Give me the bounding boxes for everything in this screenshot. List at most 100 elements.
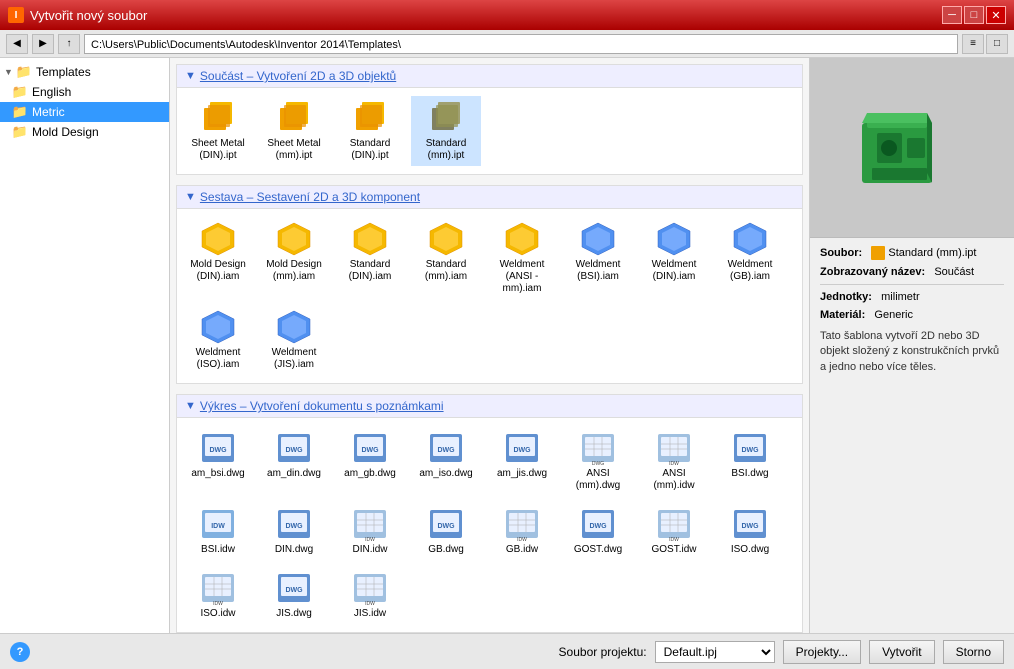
file-item[interactable]: Weldment (GB).iam bbox=[715, 217, 785, 299]
idw-grid-icon: IDW bbox=[504, 506, 540, 542]
file-item[interactable]: Mold Design (DIN).iam bbox=[183, 217, 253, 299]
section-vykres-title[interactable]: Výkres – Vytvoření dokumentu s poznámkam… bbox=[200, 399, 444, 413]
back-button[interactable]: ◀ bbox=[6, 34, 28, 54]
file-item[interactable]: DWG DIN.dwg bbox=[259, 502, 329, 560]
file-item-label: ISO.idw bbox=[200, 608, 235, 620]
dwg-icon: DWG bbox=[352, 430, 388, 466]
file-item-label: JIS.idw bbox=[354, 608, 386, 620]
iam-icon bbox=[200, 221, 236, 257]
info-file-value: Standard (mm).ipt bbox=[888, 247, 976, 259]
iam-icon bbox=[276, 221, 312, 257]
idw-grid-icon: IDW bbox=[200, 570, 236, 606]
file-item[interactable]: DWG GOST.dwg bbox=[563, 502, 633, 560]
iam-icon bbox=[504, 221, 540, 257]
projects-button[interactable]: Projekty... bbox=[783, 640, 861, 664]
file-item[interactable]: IDW GOST.idw bbox=[639, 502, 709, 560]
file-item[interactable]: DWG am_gb.dwg bbox=[335, 426, 405, 496]
create-button[interactable]: Vytvořit bbox=[869, 640, 935, 664]
file-item-label: GB.idw bbox=[506, 544, 538, 556]
dwg-icon: DWG bbox=[276, 506, 312, 542]
file-item[interactable]: IDW ANSI (mm).idw bbox=[639, 426, 709, 496]
idw-grid-icon: IDW bbox=[656, 506, 692, 542]
file-item[interactable]: DWG am_bsi.dwg bbox=[183, 426, 253, 496]
dwg-icon: DWG bbox=[200, 430, 236, 466]
file-item-label: Weldment (GB).iam bbox=[717, 259, 783, 283]
section-sestava-title[interactable]: Sestava – Sestavení 2D a 3D komponent bbox=[200, 190, 420, 204]
file-item-label: Sheet Metal (DIN).ipt bbox=[185, 138, 251, 162]
cancel-button[interactable]: Storno bbox=[943, 640, 1004, 664]
info-units-row: Jednotky: milimetr bbox=[820, 291, 1004, 303]
info-details: Soubor: Standard (mm).ipt Zobrazovaný ná… bbox=[810, 238, 1014, 633]
file-item[interactable]: Weldment (DIN).iam bbox=[639, 217, 709, 299]
project-select[interactable]: Default.ipj bbox=[655, 641, 775, 663]
file-item[interactable]: DWG am_jis.dwg bbox=[487, 426, 557, 496]
view-size-button[interactable]: □ bbox=[986, 34, 1008, 54]
file-item-label: ANSI (mm).idw bbox=[641, 468, 707, 492]
file-item-label: Weldment (ANSI - mm).iam bbox=[489, 259, 555, 295]
info-material-value: Generic bbox=[874, 309, 913, 321]
file-item[interactable]: DWG am_iso.dwg bbox=[411, 426, 481, 496]
file-item[interactable]: Weldment (ISO).iam bbox=[183, 305, 253, 375]
title-bar-text: Vytvořit nový soubor bbox=[30, 8, 147, 23]
svg-text:IDW: IDW bbox=[365, 537, 375, 542]
close-button[interactable]: ✕ bbox=[986, 6, 1006, 24]
forward-button[interactable]: ▶ bbox=[32, 34, 54, 54]
iam-icon bbox=[352, 221, 388, 257]
file-item-label: DIN.dwg bbox=[275, 544, 313, 556]
file-item[interactable]: Sheet Metal (DIN).ipt bbox=[183, 96, 253, 166]
info-displayname-row: Zobrazovaný název: Součást bbox=[820, 266, 1004, 278]
file-item[interactable]: IDW GB.idw bbox=[487, 502, 557, 560]
file-item[interactable]: Standard (DIN).ipt bbox=[335, 96, 405, 166]
file-item[interactable]: Mold Design (mm).iam bbox=[259, 217, 329, 299]
file-item[interactable]: Standard (mm).iam bbox=[411, 217, 481, 299]
help-button[interactable]: ? bbox=[10, 642, 30, 662]
file-item[interactable]: IDW DIN.idw bbox=[335, 502, 405, 560]
file-item[interactable]: IDW BSI.idw bbox=[183, 502, 253, 560]
sidebar-item-templates[interactable]: ▼ 📁 Templates bbox=[0, 62, 169, 82]
section-cast-title[interactable]: Součást – Vytvoření 2D a 3D objektů bbox=[200, 69, 396, 83]
view-options-button[interactable]: ≡ bbox=[962, 34, 984, 54]
svg-text:DWG: DWG bbox=[589, 523, 607, 530]
info-file-label: Soubor: bbox=[820, 247, 862, 259]
file-item[interactable]: DWG ISO.dwg bbox=[715, 502, 785, 560]
file-item[interactable]: IDW JIS.idw bbox=[335, 566, 405, 624]
file-item[interactable]: IDW ISO.idw bbox=[183, 566, 253, 624]
svg-text:DWG: DWG bbox=[741, 447, 759, 454]
file-item[interactable]: Weldment (JIS).iam bbox=[259, 305, 329, 375]
file-item-label: am_gb.dwg bbox=[344, 468, 396, 480]
file-item-label: Standard (mm).ipt bbox=[413, 138, 479, 162]
title-bar-controls: ─ □ ✕ bbox=[942, 6, 1006, 24]
info-material-row: Materiál: Generic bbox=[820, 309, 1004, 321]
sidebar-item-molddesign[interactable]: 📁 Mold Design bbox=[0, 122, 169, 142]
main-layout: ▼ 📁 Templates 📁 English 📁 Metric 📁 Mold … bbox=[0, 58, 1014, 633]
sidebar-item-english[interactable]: 📁 English bbox=[0, 82, 169, 102]
title-bar-left: I Vytvořit nový soubor bbox=[8, 7, 147, 23]
address-path[interactable]: C:\Users\Public\Documents\Autodesk\Inven… bbox=[84, 34, 958, 54]
dwg-icon: DWG bbox=[580, 506, 616, 542]
file-item[interactable]: Weldment (ANSI - mm).iam bbox=[487, 217, 557, 299]
file-item[interactable]: Standard (DIN).iam bbox=[335, 217, 405, 299]
idw-grid-icon: IDW bbox=[352, 570, 388, 606]
section-sestava-content: Mold Design (DIN).iam Mold Design (mm).i… bbox=[177, 209, 802, 383]
file-item[interactable]: DWG GB.dwg bbox=[411, 502, 481, 560]
minimize-button[interactable]: ─ bbox=[942, 6, 962, 24]
up-button[interactable]: ↑ bbox=[58, 34, 80, 54]
ipt-olive-icon bbox=[428, 100, 464, 136]
file-item[interactable]: Weldment (BSI).iam bbox=[563, 217, 633, 299]
file-item[interactable]: Sheet Metal (mm).ipt bbox=[259, 96, 329, 166]
file-item-label: Standard (DIN).ipt bbox=[337, 138, 403, 162]
file-item[interactable]: DWG BSI.dwg bbox=[715, 426, 785, 496]
section-cast-header: ▼ Součást – Vytvoření 2D a 3D objektů bbox=[177, 65, 802, 88]
sidebar-item-metric[interactable]: 📁 Metric bbox=[0, 102, 169, 122]
info-file-row: Soubor: Standard (mm).ipt bbox=[820, 246, 1004, 260]
file-item[interactable]: DWG ANSI (mm).dwg bbox=[563, 426, 633, 496]
sidebar-item-english-label: English bbox=[32, 85, 71, 99]
maximize-button[interactable]: □ bbox=[964, 6, 984, 24]
file-item-label: ISO.dwg bbox=[731, 544, 769, 556]
file-item-selected[interactable]: Standard (mm).ipt bbox=[411, 96, 481, 166]
file-item[interactable]: DWG JIS.dwg bbox=[259, 566, 329, 624]
file-item-label: BSI.dwg bbox=[731, 468, 768, 480]
file-item[interactable]: DWG am_din.dwg bbox=[259, 426, 329, 496]
file-item-label: DIN.idw bbox=[352, 544, 387, 556]
file-item-label: Mold Design (mm).iam bbox=[261, 259, 327, 283]
